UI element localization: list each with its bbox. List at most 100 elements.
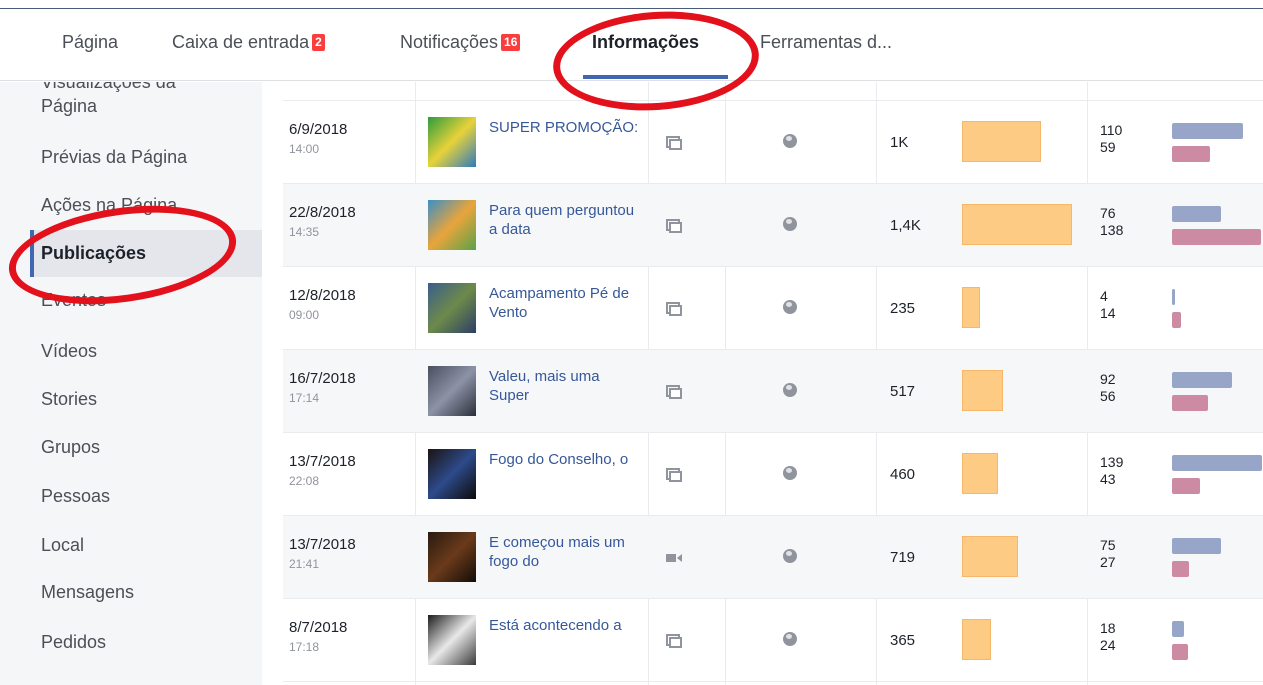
post-reactions: 59 bbox=[1100, 139, 1116, 155]
post-thumbnail[interactable] bbox=[428, 615, 476, 665]
post-reach: 1,4K bbox=[890, 217, 921, 234]
reactions-bar bbox=[1172, 312, 1181, 328]
clicks-bar bbox=[1172, 621, 1184, 637]
sidebar-item-local[interactable]: Local bbox=[41, 535, 84, 556]
table-row[interactable]: 8/7/2018 17:18 Está acontecendo a 365 18 24 bbox=[283, 599, 1263, 682]
sidebar-item-stories[interactable]: Stories bbox=[41, 389, 97, 410]
post-reach: 719 bbox=[890, 549, 916, 566]
post-date: 16/7/2018 bbox=[289, 370, 356, 387]
post-type-icon bbox=[666, 634, 682, 648]
post-thumbnail[interactable] bbox=[428, 117, 476, 167]
post-thumbnail[interactable] bbox=[428, 449, 476, 499]
post-reactions: 43 bbox=[1100, 471, 1116, 487]
reactions-bar bbox=[1172, 478, 1200, 494]
post-title-link[interactable]: E começou mais um fogo do bbox=[489, 533, 639, 571]
tab-label: Notificações bbox=[400, 32, 499, 52]
tab-label: Ferramentas d... bbox=[760, 32, 893, 52]
tab-label: Página bbox=[62, 32, 119, 52]
post-thumbnail[interactable] bbox=[428, 200, 476, 250]
post-clicks: 4 bbox=[1100, 288, 1108, 304]
post-time: 22:08 bbox=[289, 474, 320, 488]
tab-caixa-de-entrada[interactable]: Caixa de entrada 2 bbox=[172, 32, 325, 53]
table-row[interactable]: 12/8/2018 09:00 Acampamento Pé de Vento 235… bbox=[283, 267, 1263, 350]
post-reactions: 138 bbox=[1100, 222, 1124, 238]
reactions-bar bbox=[1172, 229, 1261, 245]
sidebar-item-videos[interactable]: Vídeos bbox=[41, 341, 97, 362]
clicks-bar bbox=[1172, 455, 1262, 471]
post-time: 14:00 bbox=[289, 142, 320, 156]
post-reactions: 56 bbox=[1100, 388, 1116, 404]
globe-icon bbox=[783, 300, 797, 314]
post-clicks: 92 bbox=[1100, 371, 1116, 387]
reach-bar bbox=[962, 121, 1041, 162]
reach-bar bbox=[962, 287, 980, 328]
sidebar-item-grupos[interactable]: Grupos bbox=[41, 437, 100, 458]
notifications-badge: 16 bbox=[501, 34, 521, 51]
table-row[interactable]: 16/7/2018 17:14 Valeu, mais uma Super 517 92… bbox=[283, 350, 1263, 433]
sidebar-item-cut[interactable]: Visualizações da bbox=[41, 82, 176, 93]
post-date: 13/7/2018 bbox=[289, 453, 356, 470]
clicks-bar bbox=[1172, 372, 1232, 388]
globe-icon bbox=[783, 549, 797, 563]
post-time: 21:41 bbox=[289, 557, 320, 571]
reactions-bar bbox=[1172, 395, 1208, 411]
post-thumbnail[interactable] bbox=[428, 532, 476, 582]
globe-icon bbox=[783, 632, 797, 646]
reach-bar bbox=[962, 619, 991, 660]
globe-icon bbox=[783, 217, 797, 231]
tab-ferramentas[interactable]: Ferramentas d... bbox=[760, 32, 892, 53]
sidebar-item-previas[interactable]: Prévias da Página bbox=[41, 147, 187, 168]
insights-sidebar: Visualizações da Página Prévias da Págin… bbox=[0, 82, 262, 685]
post-reach: 235 bbox=[890, 300, 916, 317]
post-title-link[interactable]: Para quem perguntou a data bbox=[489, 201, 639, 239]
inbox-badge: 2 bbox=[312, 34, 325, 51]
reach-bar bbox=[962, 453, 998, 494]
globe-icon bbox=[783, 383, 797, 397]
reactions-bar bbox=[1172, 561, 1189, 577]
post-reactions: 27 bbox=[1100, 554, 1116, 570]
table-row[interactable]: 13/7/2018 21:41 E começou mais um fogo do 7… bbox=[283, 516, 1263, 599]
posts-table: 6/9/2018 14:00 SUPER PROMOÇÃO: 1K 110 59 22/8/… bbox=[283, 100, 1263, 682]
post-date: 13/7/2018 bbox=[289, 536, 356, 553]
tab-label: Caixa de entrada bbox=[172, 32, 310, 52]
tab-pagina[interactable]: Página bbox=[62, 32, 118, 53]
post-thumbnail[interactable] bbox=[428, 283, 476, 333]
globe-icon bbox=[783, 134, 797, 148]
clicks-bar bbox=[1172, 206, 1221, 222]
post-type-icon bbox=[666, 468, 682, 482]
reach-bar bbox=[962, 204, 1072, 245]
post-date: 6/9/2018 bbox=[289, 121, 348, 138]
post-title-link[interactable]: SUPER PROMOÇÃO: bbox=[489, 118, 639, 137]
post-title-link[interactable]: Acampamento Pé de Vento bbox=[489, 284, 639, 322]
clicks-bar bbox=[1172, 538, 1221, 554]
table-row[interactable]: 22/8/2018 14:35 Para quem perguntou a data… bbox=[283, 184, 1263, 267]
reach-bar bbox=[962, 536, 1018, 577]
post-thumbnail[interactable] bbox=[428, 366, 476, 416]
post-date: 22/8/2018 bbox=[289, 204, 356, 221]
post-title-link[interactable]: Está acontecendo a bbox=[489, 616, 639, 635]
post-type-icon bbox=[666, 302, 682, 316]
post-time: 17:14 bbox=[289, 391, 320, 405]
post-title-link[interactable]: Fogo do Conselho, o bbox=[489, 450, 639, 469]
sidebar-item-pagina[interactable]: Página bbox=[41, 96, 97, 117]
sidebar-item-mensagens[interactable]: Mensagens bbox=[41, 582, 134, 603]
post-type-icon bbox=[666, 385, 682, 399]
post-clicks: 76 bbox=[1100, 205, 1116, 221]
post-title-link[interactable]: Valeu, mais uma Super bbox=[489, 367, 639, 405]
table-row[interactable]: 6/9/2018 14:00 SUPER PROMOÇÃO: 1K 110 59 bbox=[283, 101, 1263, 184]
globe-icon bbox=[783, 466, 797, 480]
post-reach: 517 bbox=[890, 383, 916, 400]
post-reach: 365 bbox=[890, 632, 916, 649]
reach-bar bbox=[962, 370, 1003, 411]
post-clicks: 139 bbox=[1100, 454, 1124, 470]
post-reach: 460 bbox=[890, 466, 916, 483]
post-type-icon bbox=[666, 136, 682, 150]
tab-notificacoes[interactable]: Notificações 16 bbox=[400, 32, 521, 53]
post-date: 12/8/2018 bbox=[289, 287, 356, 304]
clicks-bar bbox=[1172, 123, 1243, 139]
reactions-bar bbox=[1172, 146, 1210, 162]
sidebar-item-pessoas[interactable]: Pessoas bbox=[41, 486, 110, 507]
table-row[interactable]: 13/7/2018 22:08 Fogo do Conselho, o 460 139 4… bbox=[283, 433, 1263, 516]
sidebar-item-pedidos[interactable]: Pedidos bbox=[41, 632, 106, 653]
post-clicks: 75 bbox=[1100, 537, 1116, 553]
